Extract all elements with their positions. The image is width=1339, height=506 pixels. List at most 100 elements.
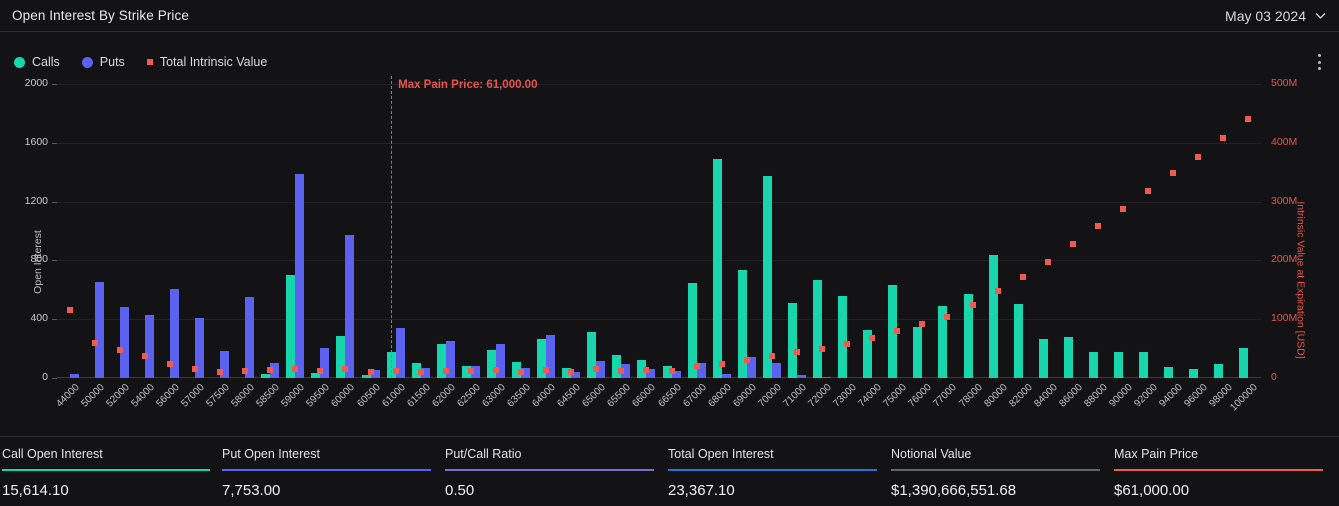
intrinsic-value-marker[interactable]	[568, 369, 574, 375]
bar-calls[interactable]	[989, 255, 998, 378]
bar-calls[interactable]	[1089, 352, 1098, 378]
intrinsic-value-marker[interactable]	[67, 307, 73, 313]
intrinsic-value-marker[interactable]	[267, 367, 273, 373]
bar-puts[interactable]	[145, 315, 154, 378]
intrinsic-value-marker[interactable]	[317, 368, 323, 374]
intrinsic-value-marker[interactable]	[167, 361, 173, 367]
chart-legend: Calls Puts Total Intrinsic Value	[14, 52, 267, 72]
bar-puts[interactable]	[120, 307, 129, 378]
bar-calls[interactable]	[1189, 369, 1198, 378]
bar-calls[interactable]	[336, 336, 345, 378]
intrinsic-value-marker[interactable]	[669, 368, 675, 374]
intrinsic-value-marker[interactable]	[593, 366, 599, 372]
intrinsic-value-marker[interactable]	[493, 367, 499, 373]
bar-puts[interactable]	[496, 344, 505, 378]
intrinsic-value-marker[interactable]	[192, 366, 198, 372]
stat-accent-bar	[891, 469, 1100, 471]
bar-calls[interactable]	[1039, 339, 1048, 378]
page-title: Open Interest By Strike Price	[12, 8, 189, 23]
stat-card: Notional Value$1,390,666,551.68	[891, 437, 1114, 506]
intrinsic-value-marker[interactable]	[894, 328, 900, 334]
bar-calls[interactable]	[1014, 304, 1023, 378]
intrinsic-value-marker[interactable]	[769, 353, 775, 359]
intrinsic-value-marker[interactable]	[819, 346, 825, 352]
intrinsic-value-marker[interactable]	[869, 335, 875, 341]
intrinsic-value-marker[interactable]	[418, 369, 424, 375]
intrinsic-value-marker[interactable]	[1095, 223, 1101, 229]
intrinsic-value-marker[interactable]	[1170, 170, 1176, 176]
chart-options-menu-button[interactable]	[1311, 53, 1327, 71]
intrinsic-value-marker[interactable]	[744, 357, 750, 363]
y-axis-left-tick-label: 0	[8, 372, 48, 383]
bar-calls[interactable]	[1214, 364, 1223, 378]
bar-puts[interactable]	[772, 363, 781, 378]
legend-item-total-intrinsic-value[interactable]: Total Intrinsic Value	[147, 55, 267, 69]
intrinsic-value-marker[interactable]	[1045, 259, 1051, 265]
intrinsic-value-marker[interactable]	[794, 349, 800, 355]
bar-calls[interactable]	[612, 355, 621, 378]
y-axis-right-tick-label: 0	[1271, 372, 1317, 383]
bar-puts[interactable]	[722, 374, 731, 378]
intrinsic-value-marker[interactable]	[1195, 154, 1201, 160]
intrinsic-value-marker[interactable]	[518, 369, 524, 375]
intrinsic-value-marker[interactable]	[292, 366, 298, 372]
legend-item-puts[interactable]: Puts	[82, 55, 125, 69]
bar-puts[interactable]	[245, 297, 254, 378]
bar-puts[interactable]	[70, 374, 79, 378]
intrinsic-value-marker[interactable]	[1145, 188, 1151, 194]
intrinsic-value-marker[interactable]	[242, 368, 248, 374]
legend-label-calls: Calls	[32, 55, 60, 69]
intrinsic-value-marker[interactable]	[694, 363, 700, 369]
intrinsic-value-marker[interactable]	[393, 368, 399, 374]
intrinsic-value-marker[interactable]	[1070, 241, 1076, 247]
intrinsic-value-marker[interactable]	[92, 340, 98, 346]
intrinsic-value-marker[interactable]	[443, 368, 449, 374]
bar-calls[interactable]	[913, 327, 922, 378]
bar-puts[interactable]	[95, 282, 104, 378]
intrinsic-value-marker[interactable]	[468, 368, 474, 374]
y-axis-left-tick-label: 1600	[8, 137, 48, 148]
x-axis-labels: 4400050000520005400056000570005750058000…	[57, 382, 1261, 434]
bar-calls[interactable]	[763, 176, 772, 378]
y-axis-right-tick-label: 300M	[1271, 196, 1317, 207]
bar-calls[interactable]	[487, 350, 496, 378]
intrinsic-value-marker[interactable]	[368, 369, 374, 375]
intrinsic-value-marker[interactable]	[217, 369, 223, 375]
bar-puts[interactable]	[295, 174, 304, 378]
intrinsic-value-marker[interactable]	[342, 366, 348, 372]
intrinsic-value-marker[interactable]	[970, 302, 976, 308]
bar-calls[interactable]	[1114, 352, 1123, 378]
bar-calls[interactable]	[813, 280, 822, 378]
intrinsic-value-marker[interactable]	[117, 347, 123, 353]
intrinsic-value-marker[interactable]	[919, 321, 925, 327]
bar-puts[interactable]	[797, 375, 806, 378]
intrinsic-value-marker[interactable]	[1220, 135, 1226, 141]
bar-puts[interactable]	[345, 235, 354, 378]
bar-calls[interactable]	[286, 275, 295, 378]
intrinsic-value-marker[interactable]	[142, 353, 148, 359]
bar-calls[interactable]	[1239, 348, 1248, 378]
stat-value: 7,753.00	[222, 482, 445, 499]
intrinsic-value-marker[interactable]	[618, 368, 624, 374]
intrinsic-value-marker[interactable]	[719, 361, 725, 367]
intrinsic-value-marker[interactable]	[944, 314, 950, 320]
bar-calls[interactable]	[713, 159, 722, 378]
intrinsic-value-marker[interactable]	[1245, 116, 1251, 122]
bar-puts[interactable]	[822, 377, 831, 378]
intrinsic-value-marker[interactable]	[995, 288, 1001, 294]
bar-calls[interactable]	[1139, 352, 1148, 378]
bar-calls[interactable]	[362, 375, 371, 378]
bar-calls[interactable]	[1164, 367, 1173, 378]
intrinsic-value-marker[interactable]	[643, 367, 649, 373]
expiry-date-picker[interactable]: May 03 2024	[1225, 8, 1327, 24]
intrinsic-value-marker[interactable]	[844, 341, 850, 347]
intrinsic-value-marker[interactable]	[543, 367, 549, 373]
bar-calls[interactable]	[1064, 337, 1073, 378]
intrinsic-value-marker[interactable]	[1120, 206, 1126, 212]
bar-calls[interactable]	[788, 303, 797, 378]
intrinsic-value-marker[interactable]	[1020, 274, 1026, 280]
bar-calls[interactable]	[261, 374, 270, 378]
bar-calls[interactable]	[838, 296, 847, 378]
y-axis-left-tick-label: 400	[8, 313, 48, 324]
legend-item-calls[interactable]: Calls	[14, 55, 60, 69]
